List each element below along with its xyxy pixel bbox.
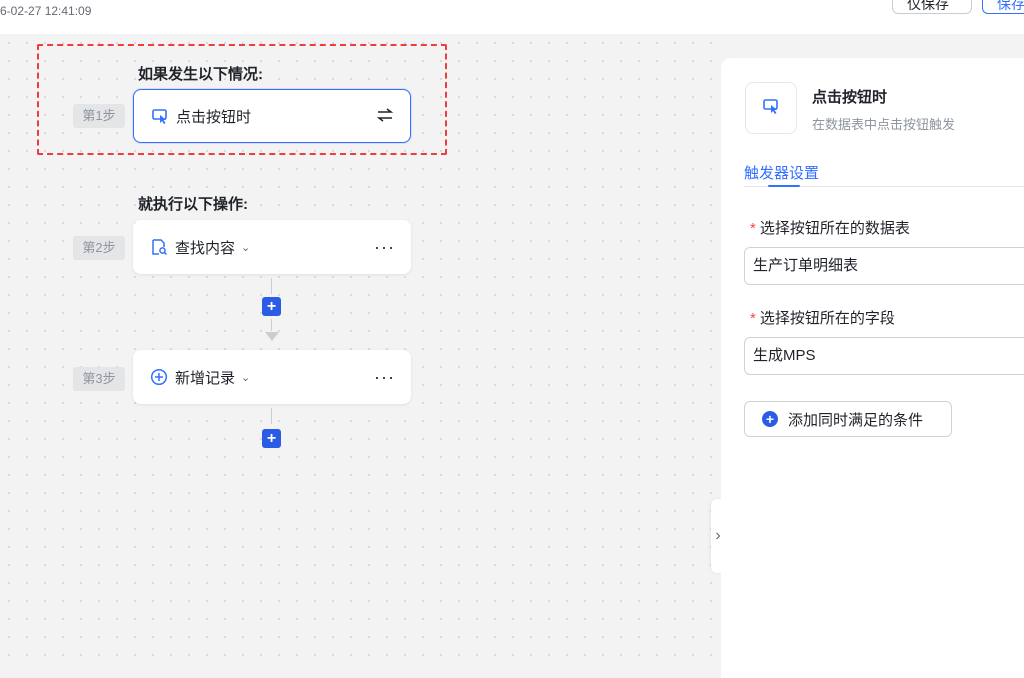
workflow-canvas[interactable]: 如果发生以下情况: 第1步 点击按钮时 就执行以下操作: 第2步 查找内容 ⌄ … [0, 34, 720, 658]
tab-active-indicator [768, 185, 800, 187]
table-field-label: * 选择按钮所在的数据表 [750, 220, 910, 237]
tab-trigger-settings[interactable]: 触发器设置 [744, 162, 819, 183]
save-timestamp: 6-02-27 12:41:09 [0, 4, 92, 18]
required-marker: * [750, 310, 756, 327]
trigger-node[interactable]: 点击按钮时 [133, 89, 411, 143]
required-marker: * [750, 220, 756, 237]
button-field-select[interactable]: 生成MPS [744, 337, 1024, 375]
add-condition-button[interactable]: + 添加同时满足的条件 [744, 401, 952, 437]
step-2-label: 第2步 [73, 236, 125, 260]
panel-subtitle: 在数据表中点击按钮触发 [812, 117, 956, 132]
chevron-right-icon: › [715, 527, 721, 544]
button-field-label: * 选择按钮所在的字段 [750, 310, 895, 327]
save-only-button[interactable]: 仅保存 [892, 0, 972, 14]
connector-line [271, 319, 272, 331]
plus-circle-icon [149, 367, 169, 387]
action-section-title: 就执行以下操作: [138, 196, 248, 213]
trigger-node-label: 点击按钮时 [176, 108, 252, 126]
add-record-label: 新增记录 [175, 369, 236, 387]
plus-circle-icon: + [762, 411, 778, 427]
arrow-down-icon [265, 332, 279, 341]
connector-line [271, 278, 272, 294]
find-content-node[interactable]: 查找内容 ⌄ ··· [133, 220, 411, 274]
table-select[interactable]: 生产订单明细表 [744, 247, 1024, 285]
step-1-label: 第1步 [73, 104, 125, 128]
search-document-icon [149, 237, 169, 257]
more-options-icon[interactable]: ··· [374, 367, 395, 388]
trigger-settings-panel: 点击按钮时 在数据表中点击按钮触发 触发器设置 * 选择按钮所在的数据表 生产订单… [721, 58, 1024, 678]
step-3-label: 第3步 [73, 367, 125, 391]
add-step-button[interactable]: + [262, 297, 281, 316]
connector-line [271, 408, 272, 424]
cursor-click-icon [762, 97, 780, 120]
chevron-down-icon[interactable]: ⌄ [241, 241, 250, 254]
save-button[interactable]: 保存 [982, 0, 1024, 14]
cursor-click-icon [150, 106, 170, 126]
find-content-label: 查找内容 [175, 239, 236, 257]
panel-title: 点击按钮时 [812, 89, 888, 106]
top-bar: 6-02-27 12:41:09 仅保存 保存 [0, 0, 1024, 34]
swap-icon[interactable] [376, 106, 394, 127]
add-step-button[interactable]: + [262, 429, 281, 448]
chevron-down-icon[interactable]: ⌄ [241, 371, 250, 384]
trigger-section-title: 如果发生以下情况: [138, 66, 263, 83]
add-condition-label: 添加同时满足的条件 [788, 411, 924, 429]
more-options-icon[interactable]: ··· [374, 237, 395, 258]
trigger-icon-box [745, 82, 797, 134]
add-record-node[interactable]: 新增记录 ⌄ ··· [133, 350, 411, 404]
